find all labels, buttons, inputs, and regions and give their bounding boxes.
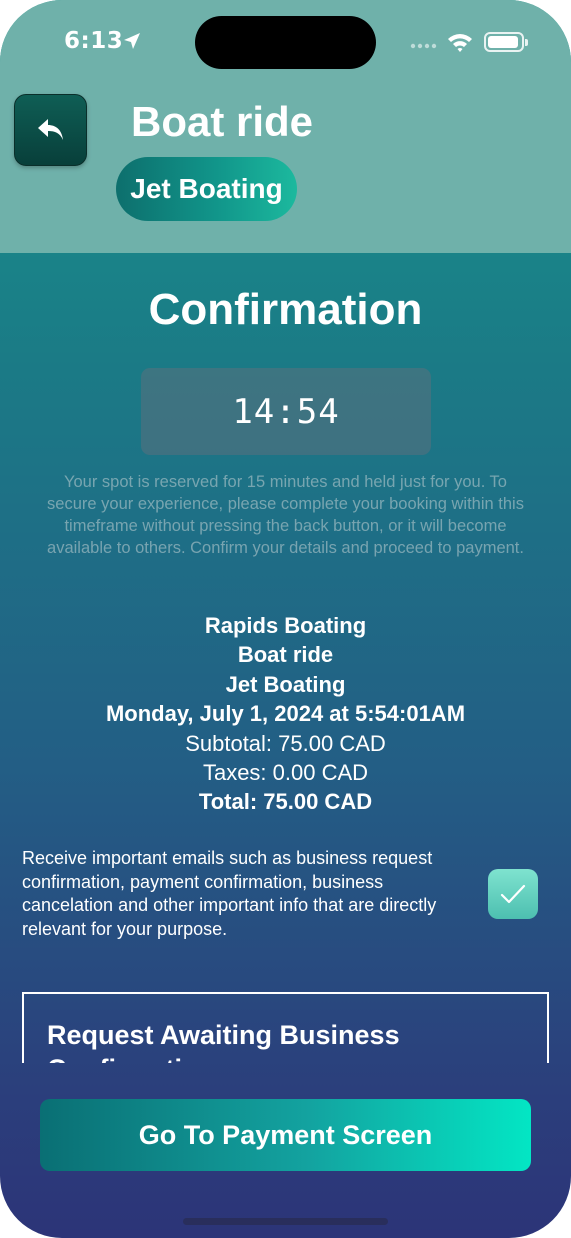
email-consent-text: Receive important emails such as busines…	[22, 848, 437, 940]
summary-subtotal: Subtotal: 75.00 CAD	[185, 730, 386, 756]
reservation-notice: Your spot is reserved for 15 minutes and…	[47, 473, 524, 557]
email-consent-checkbox[interactable]	[488, 869, 538, 919]
back-button[interactable]	[14, 94, 87, 166]
home-indicator[interactable]	[183, 1218, 388, 1225]
signal-dots-icon	[410, 43, 437, 49]
reply-arrow-icon	[37, 119, 63, 140]
summary-total: Total: 75.00 CAD	[198, 789, 373, 815]
request-status-text: Request Awaiting Business Confirmation	[47, 1020, 400, 1063]
request-status-box: Request Awaiting Business Confirmation	[22, 992, 549, 1063]
page-title: Boat ride	[131, 98, 314, 145]
checkmark-icon	[500, 884, 526, 904]
battery-icon	[484, 32, 528, 52]
countdown-timer: 14:54	[141, 368, 431, 455]
confirmation-heading: Confirmation	[148, 285, 423, 334]
wifi-icon	[448, 34, 472, 52]
summary-datetime: Monday, July 1, 2024 at 5:54:01AM	[105, 701, 466, 727]
category-chip: Jet Boating	[116, 157, 297, 221]
phone-screen: 6:13 Boat ride Jet Boating Confirmation …	[0, 0, 571, 1238]
go-to-payment-button[interactable]: Go To Payment Screen	[40, 1099, 531, 1171]
location-arrow-icon	[124, 33, 140, 49]
status-time: 6:13	[64, 28, 124, 54]
summary-activity: Boat ride	[237, 642, 334, 668]
summary-option: Jet Boating	[225, 671, 346, 697]
summary-business: Rapids Boating	[204, 613, 367, 638]
dynamic-island	[195, 16, 376, 69]
summary-taxes: Taxes: 0.00 CAD	[202, 760, 369, 786]
booking-summary: Rapids Boating Boat ride Jet Boating Mon…	[0, 611, 571, 817]
